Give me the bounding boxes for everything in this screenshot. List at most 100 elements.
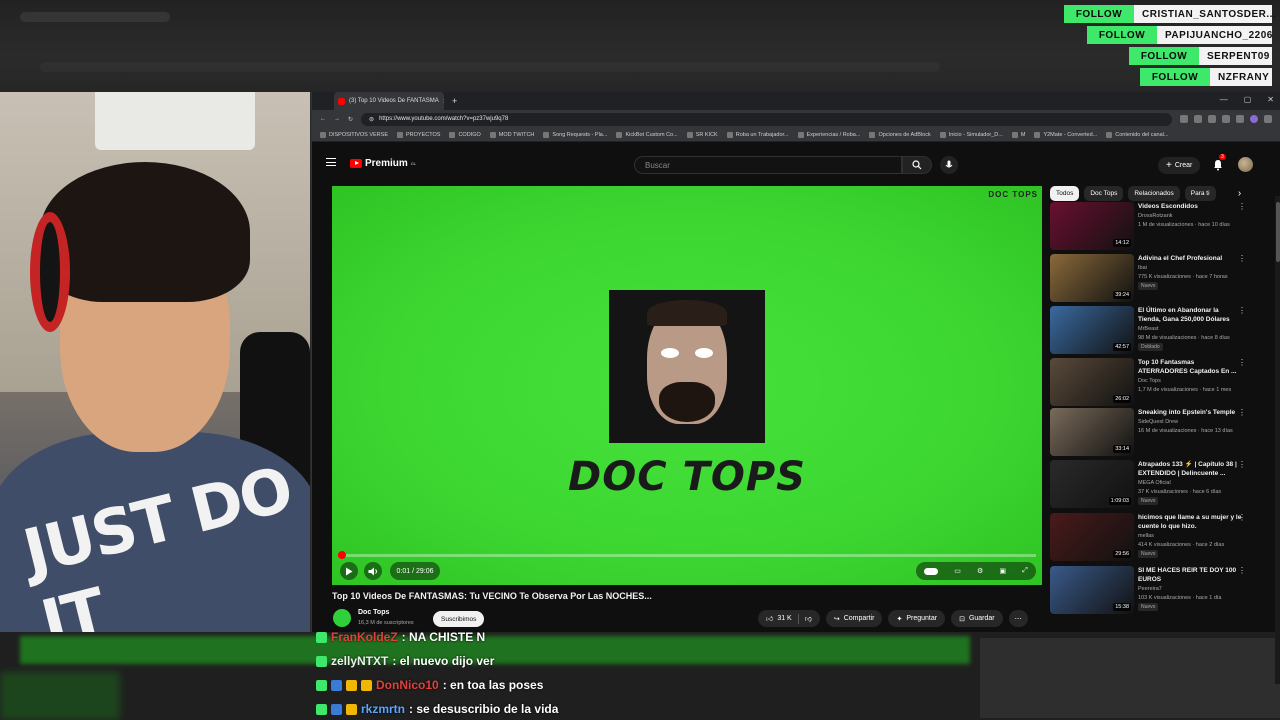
subscribed-button[interactable]: Suscribimos — [433, 611, 485, 627]
share-button[interactable]: ↪ Compartir — [825, 610, 883, 627]
more-vertical-icon[interactable]: ⋮ — [1238, 460, 1246, 469]
more-vertical-icon[interactable]: ⋮ — [1238, 513, 1246, 522]
chevron-right-icon[interactable]: › — [1232, 186, 1247, 201]
search-input[interactable]: Buscar — [634, 156, 902, 174]
url-field[interactable]: ⊜ https://www.youtube.com/watch?v=pz37wj… — [361, 112, 1172, 126]
more-vertical-icon[interactable]: ⋮ — [1238, 566, 1246, 575]
recommended-title[interactable]: Videos Escondidos — [1138, 202, 1242, 211]
minimize-icon[interactable]: — — [1220, 95, 1228, 104]
settings-gear-icon[interactable]: ⚙ — [977, 567, 983, 575]
chat-username[interactable]: FranKoldeZ — [331, 630, 398, 644]
more-vertical-icon[interactable]: ⋮ — [1238, 254, 1246, 263]
chip-todos[interactable]: Todos — [1050, 186, 1080, 201]
recommended-title[interactable]: Sneaking into Epstein's Temple — [1138, 408, 1242, 417]
bookmark-item[interactable]: Song Requests - Pla... — [543, 131, 607, 138]
video-player[interactable]: DOC TOPS DOC TOPS 0:01 / 29:06 ▭ ⚙ ▣ ⤢ — [332, 186, 1042, 585]
more-actions-button[interactable]: ⋯ — [1008, 610, 1028, 627]
video-thumbnail[interactable]: 26:02 — [1050, 358, 1134, 406]
recommended-title[interactable]: Adivina el Chef Profesional — [1138, 254, 1242, 263]
bookmark-item[interactable]: PROYECTOS — [397, 131, 440, 138]
chip-relacionados[interactable]: Relacionados — [1128, 186, 1180, 201]
recommended-video[interactable]: 42:57 El Último en Abandonar la Tienda, G… — [1050, 306, 1250, 358]
recommended-channel[interactable]: DrossRotzank — [1138, 212, 1248, 220]
video-thumbnail[interactable]: 14:12 — [1050, 202, 1134, 250]
profile-icon[interactable] — [1250, 115, 1258, 123]
subtitles-icon[interactable]: ▭ — [954, 567, 961, 575]
volume-button[interactable] — [364, 562, 382, 580]
channel-avatar[interactable] — [333, 609, 351, 627]
recommended-video[interactable]: 14:12 Videos Escondidos DrossRotzank 1 M de… — [1050, 202, 1250, 254]
save-button[interactable]: ⊡ Guardar — [951, 610, 1003, 627]
bookmark-item[interactable]: Contenido del canal... — [1106, 131, 1168, 138]
hamburger-menu-icon[interactable] — [326, 158, 336, 166]
recommended-channel[interactable]: SideQuest Drew — [1138, 418, 1248, 426]
recommended-video[interactable]: 1:09:03 Atrapados 133 ⚡ | Capítulo 38 | E… — [1050, 460, 1250, 512]
play-button[interactable] — [340, 562, 358, 580]
notifications-button[interactable]: 3 — [1212, 154, 1226, 172]
close-window-icon[interactable]: ✕ — [1267, 95, 1274, 104]
recommended-video[interactable]: 29:56 hicimos que llame a su mujer y le c… — [1050, 513, 1250, 565]
recommended-title[interactable]: hicimos que llame a su mujer y le cuente… — [1138, 513, 1242, 531]
like-button[interactable]: 👍︎ 31 K 👎︎ — [758, 610, 820, 627]
search-button[interactable] — [902, 156, 932, 174]
bookmark-item[interactable]: DISPOSITIVOS VERSE — [320, 131, 388, 138]
extension-icon[interactable] — [1236, 115, 1244, 123]
recommended-title[interactable]: El Último en Abandonar la Tienda, Gana 2… — [1138, 306, 1242, 324]
recommended-channel[interactable]: MEGA Oficial — [1138, 479, 1248, 487]
recommended-channel[interactable]: MrBeast — [1138, 325, 1248, 333]
more-vertical-icon[interactable]: ⋮ — [1238, 408, 1246, 417]
video-thumbnail[interactable]: 15:38 — [1050, 566, 1134, 614]
recommended-channel[interactable]: Peereira7 — [1138, 585, 1248, 593]
recommended-title[interactable]: Top 10 Fantasmas ATERRADORES Captados En… — [1138, 358, 1242, 376]
back-icon[interactable]: ← — [320, 116, 326, 122]
more-vertical-icon[interactable]: ⋮ — [1238, 306, 1246, 315]
recommended-title[interactable]: Atrapados 133 ⚡ | Capítulo 38 | EXTENDID… — [1138, 460, 1242, 478]
forward-icon[interactable]: → — [334, 116, 340, 122]
bookmark-star-icon[interactable] — [1194, 115, 1202, 123]
create-button[interactable]: + Crear — [1158, 157, 1201, 174]
recommended-title[interactable]: SI ME HACES REIR TE DOY 100 EUROS — [1138, 566, 1242, 584]
progress-bar[interactable] — [338, 551, 1036, 559]
recommended-video[interactable]: 39:24 Adivina el Chef Profesional Ibai 775 … — [1050, 254, 1250, 306]
chat-username[interactable]: zellyNTXT — [331, 654, 388, 668]
menu-icon[interactable] — [1264, 115, 1272, 123]
recommended-video[interactable]: 33:14 Sneaking into Epstein's Temple SideQ… — [1050, 408, 1250, 460]
bookmark-item[interactable]: Opciones de AdBlock — [869, 131, 931, 138]
recommended-video[interactable]: 15:38 SI ME HACES REIR TE DOY 100 EUROS Pe… — [1050, 566, 1250, 618]
chip-para-ti[interactable]: Para ti — [1184, 186, 1216, 201]
more-vertical-icon[interactable]: ⋮ — [1238, 202, 1246, 211]
recommended-channel[interactable]: Doc Tops — [1138, 377, 1248, 385]
video-thumbnail[interactable]: 39:24 — [1050, 254, 1134, 302]
ask-button[interactable]: ✦ Preguntar — [888, 610, 946, 627]
chat-username[interactable]: rkzmrtn — [361, 702, 405, 716]
thumbs-down-icon[interactable]: 👎︎ — [805, 614, 812, 623]
bookmark-item[interactable]: CODIGO — [449, 131, 481, 138]
video-thumbnail[interactable]: 33:14 — [1050, 408, 1134, 456]
bookmark-item[interactable]: SR KICK — [686, 131, 718, 138]
miniplayer-icon[interactable]: ▣ — [1000, 567, 1007, 575]
page-scrollbar[interactable] — [1275, 196, 1280, 684]
youtube-logo[interactable]: Premium CL — [350, 158, 416, 169]
new-tab-icon[interactable]: + — [452, 96, 457, 106]
bookmark-item[interactable]: Inicio - Simulador_D... — [939, 131, 1003, 138]
fullscreen-icon[interactable]: ⤢ — [1022, 567, 1028, 575]
site-info-icon[interactable]: ⊜ — [369, 116, 374, 123]
recommended-channel[interactable]: mellas — [1138, 532, 1248, 540]
channel-name[interactable]: Doc Tops — [358, 609, 389, 616]
bookmark-item[interactable]: Experiencias / Roba... — [797, 131, 860, 138]
scrubber-handle[interactable] — [338, 551, 346, 559]
video-thumbnail[interactable]: 1:09:03 — [1050, 460, 1134, 508]
chip-doc-tops[interactable]: Doc Tops — [1084, 186, 1124, 201]
maximize-icon[interactable]: ▢ — [1244, 95, 1252, 104]
user-avatar[interactable] — [1238, 157, 1253, 172]
bookmark-item[interactable]: Y2Mate - Converted... — [1034, 131, 1097, 138]
bookmark-item[interactable]: KickBot Custom Co... — [616, 131, 678, 138]
video-thumbnail[interactable]: 29:56 — [1050, 513, 1134, 561]
bookmark-item[interactable]: MOD TWITCH — [489, 131, 534, 138]
bookmark-item[interactable]: Roba un Trabajador... — [726, 131, 789, 138]
recommended-video[interactable]: 26:02 Top 10 Fantasmas ATERRADORES Captad… — [1050, 358, 1250, 410]
more-vertical-icon[interactable]: ⋮ — [1238, 358, 1246, 367]
recommended-channel[interactable]: Ibai — [1138, 264, 1248, 272]
extension-icon[interactable] — [1222, 115, 1230, 123]
extension-icon[interactable] — [1208, 115, 1216, 123]
